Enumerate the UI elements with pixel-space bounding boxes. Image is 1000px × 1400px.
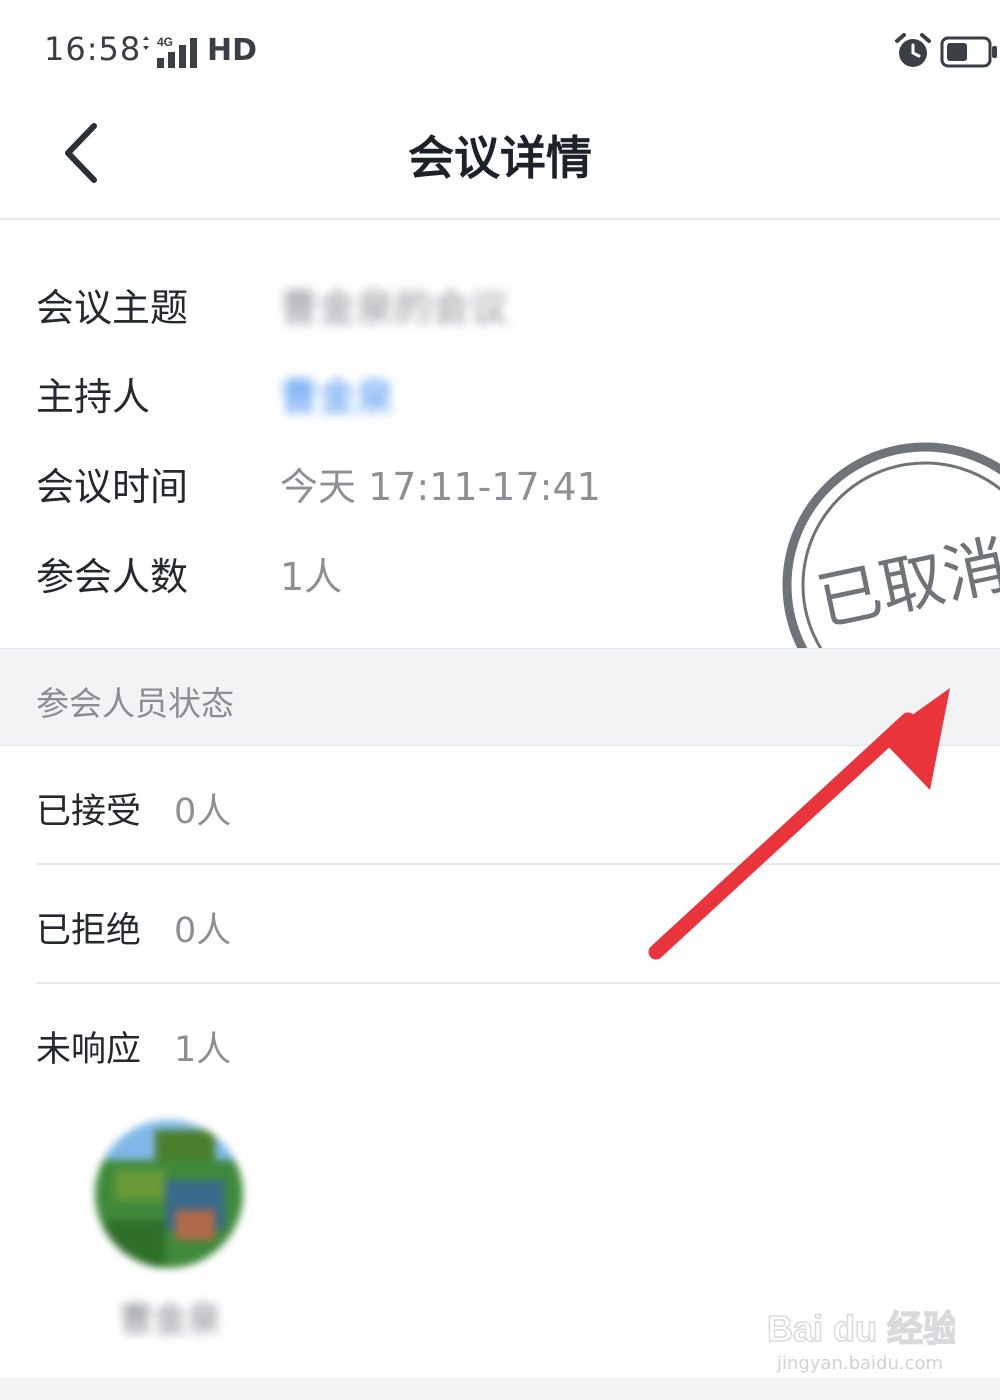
- signal-icon: 4G: [143, 35, 197, 68]
- status-count: 0人: [174, 911, 232, 951]
- info-row-topic: 会议主题 曹金泉的会议: [36, 277, 936, 337]
- status-label: 未响应: [36, 1030, 142, 1070]
- cancelled-stamp: 已取消: [782, 442, 1000, 650]
- status-count: 1人: [174, 1030, 232, 1070]
- topic-label: 会议主题: [36, 286, 189, 330]
- section-title: 参会人员状态: [36, 684, 234, 723]
- network-type-label: 4G: [157, 35, 173, 49]
- participant-name: 曹金泉: [119, 1300, 221, 1340]
- page-title: 会议详情: [408, 131, 592, 185]
- annotation-arrow: [648, 688, 950, 960]
- info-row-host: 主持人 曹金泉: [36, 366, 936, 426]
- alarm-icon: [895, 33, 931, 67]
- status-label: 已拒绝: [36, 911, 142, 951]
- battery-icon: [940, 36, 997, 68]
- status-row-no-response[interactable]: 未响应 1人: [36, 983, 1000, 1101]
- count-label: 参会人数: [36, 555, 189, 599]
- time-label: 会议时间: [36, 465, 189, 509]
- avatar[interactable]: [95, 1120, 243, 1268]
- avatar-icon: [95, 1120, 243, 1268]
- stamp-text: 已取消: [811, 528, 1000, 640]
- watermark-url: jingyan.baidu.com: [776, 1353, 944, 1374]
- baidu-logo: Bai du 经验: [766, 1307, 960, 1350]
- nav-bar: 会议详情: [0, 100, 1000, 220]
- status-bar: 16:58 4G HD: [0, 0, 1000, 100]
- meeting-detail-page: 16:58 4G HD 会议详情 会议主题 曹金泉的会议 主持人 曹金泉 会议时…: [0, 0, 1000, 1400]
- status-time: 16:58: [44, 30, 142, 68]
- time-value: 今天 17:11-17:41: [280, 465, 601, 509]
- topic-value: 曹金泉的会议: [280, 286, 509, 330]
- hd-indicator: HD: [207, 33, 258, 68]
- host-link[interactable]: 曹金泉: [280, 366, 394, 421]
- watermark-brand: Bai du 经验: [767, 1308, 955, 1349]
- host-label: 主持人: [36, 375, 151, 419]
- baidu-watermark: Bai du 经验 jingyan.baidu.com: [765, 1295, 960, 1385]
- count-value: 1人: [280, 555, 343, 599]
- status-label: 已接受: [36, 792, 142, 832]
- status-count: 0人: [174, 792, 232, 832]
